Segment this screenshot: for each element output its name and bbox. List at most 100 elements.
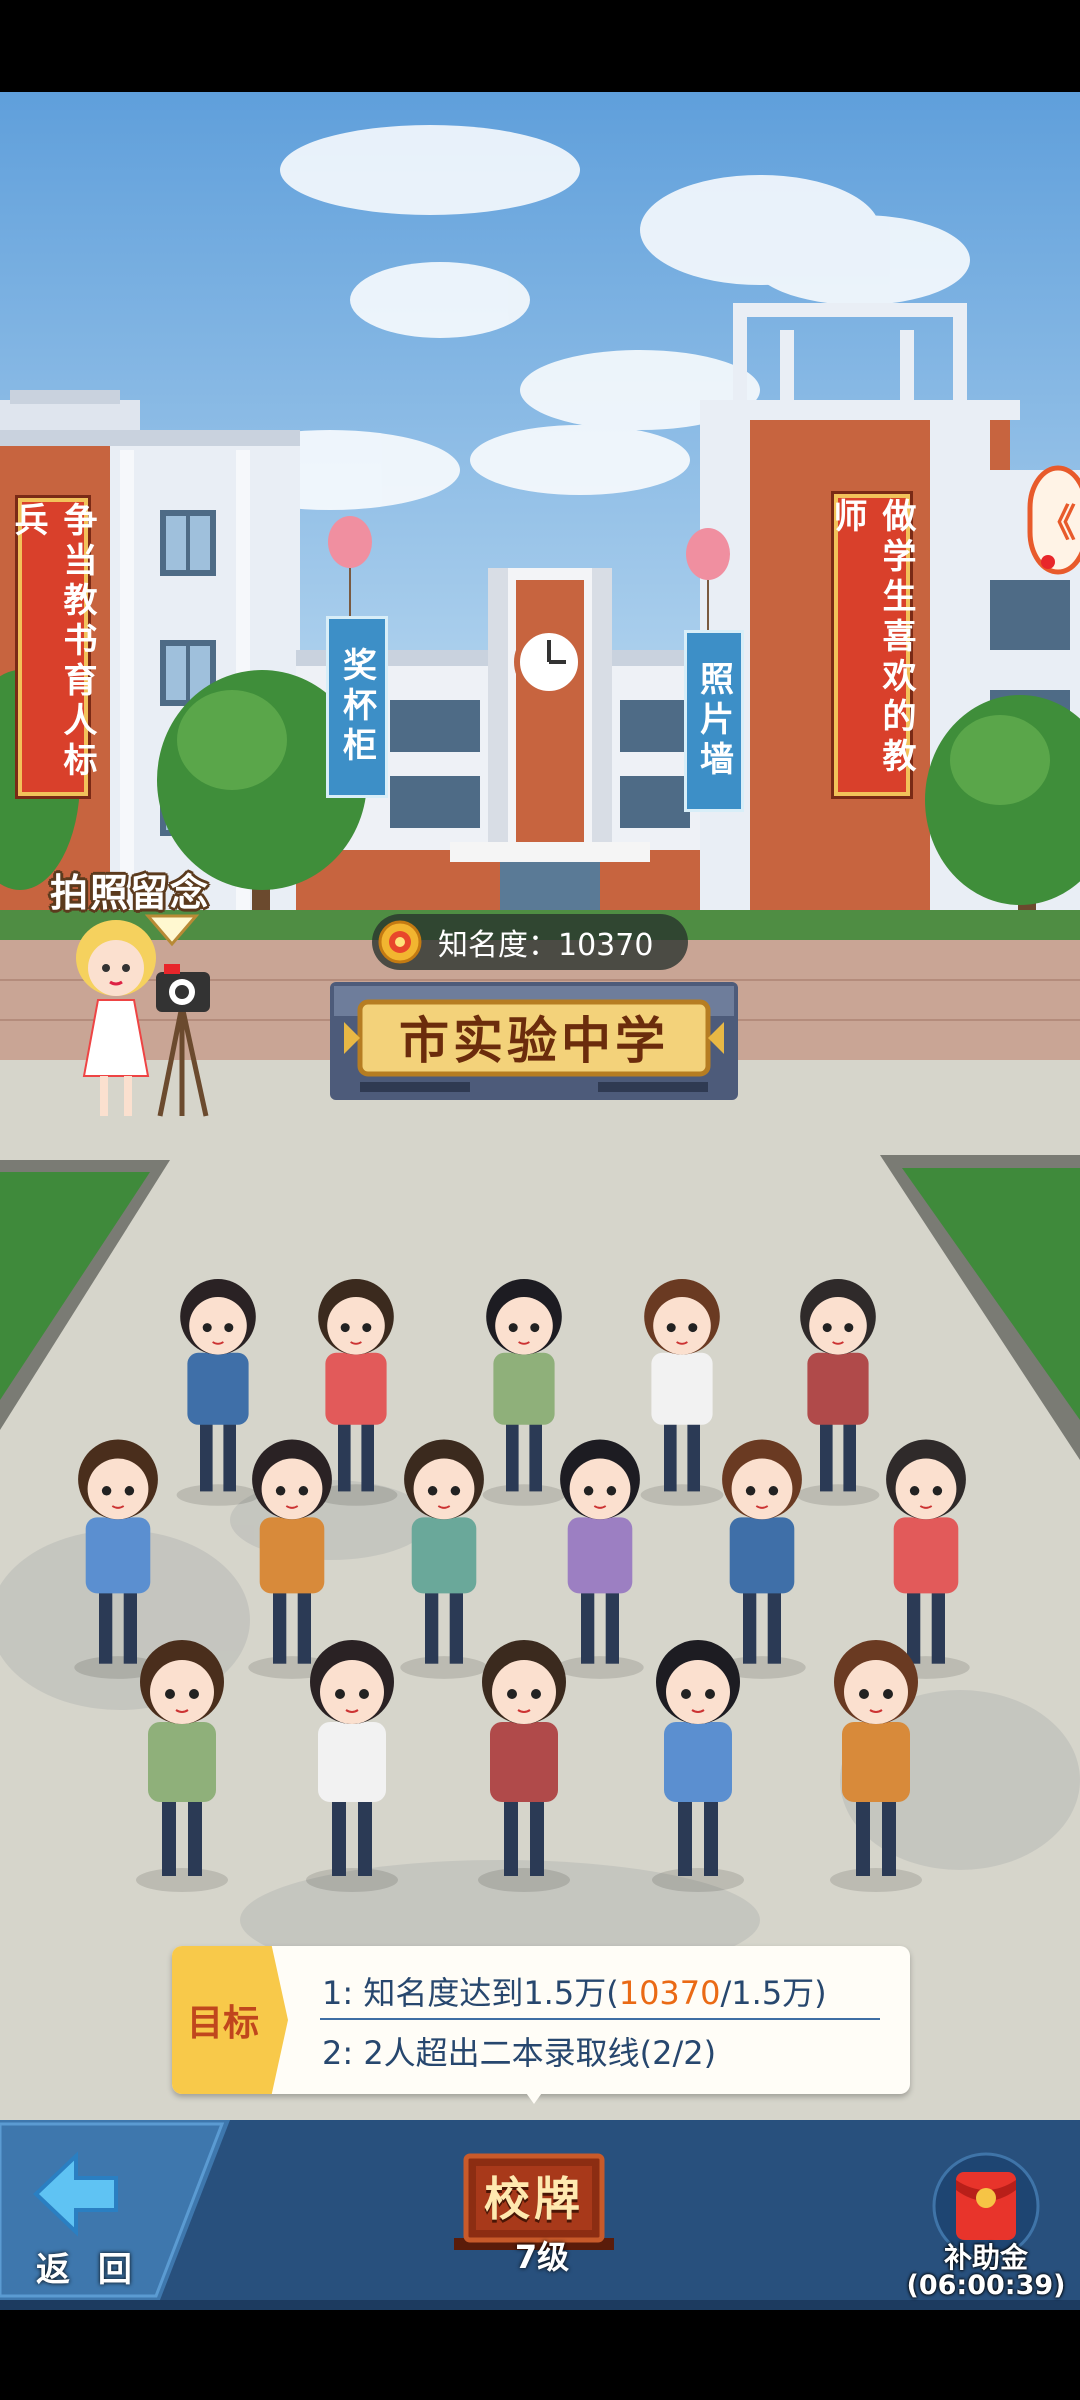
student-part bbox=[358, 1790, 372, 1876]
student-part bbox=[297, 1582, 311, 1664]
status-bar bbox=[0, 0, 1080, 92]
student-part bbox=[165, 1689, 175, 1699]
student-part bbox=[731, 1458, 793, 1520]
student-character[interactable] bbox=[652, 1640, 744, 1892]
student-character[interactable] bbox=[882, 1439, 970, 1679]
student-part bbox=[569, 1458, 631, 1520]
student-part bbox=[529, 1414, 542, 1492]
student-part bbox=[830, 1868, 922, 1892]
student-part bbox=[687, 1414, 700, 1492]
student-character[interactable] bbox=[248, 1439, 336, 1679]
back-arrow-icon[interactable] bbox=[30, 2150, 122, 2238]
student-part bbox=[411, 1517, 477, 1594]
back-button[interactable]: 返 回 bbox=[36, 2242, 140, 2291]
student-part bbox=[495, 1297, 553, 1355]
student-part bbox=[507, 1689, 517, 1699]
student-part bbox=[148, 1722, 216, 1802]
student-part bbox=[361, 1414, 374, 1492]
student-character[interactable] bbox=[74, 1439, 162, 1679]
goal-panel[interactable]: 目标 1: 知名度达到1.5万(10370/1.5万) 2: 2人超出二本录取线… bbox=[172, 1946, 910, 2094]
student-character[interactable] bbox=[640, 1279, 724, 1506]
school-name: 市实验中学 bbox=[399, 1011, 669, 1070]
left-slogan-banner: 争当教书育人标兵 bbox=[8, 498, 97, 796]
student-part bbox=[822, 1323, 832, 1333]
student-part bbox=[909, 1486, 920, 1496]
goal1-current: 10370 bbox=[618, 1974, 721, 2012]
student-part bbox=[856, 1790, 870, 1876]
photo-spot-label[interactable]: 拍照留念 bbox=[50, 862, 300, 915]
student-part bbox=[859, 1689, 869, 1699]
student-part bbox=[101, 1486, 112, 1496]
student-part bbox=[332, 1790, 346, 1876]
student-part bbox=[224, 1323, 234, 1333]
student-part bbox=[664, 1722, 732, 1802]
student-part bbox=[327, 1297, 385, 1355]
student-character[interactable] bbox=[830, 1640, 922, 1892]
trophy-cabinet-label: 奖杯柜 bbox=[336, 647, 377, 767]
fame-medal-icon bbox=[378, 920, 422, 964]
double-chevron-left-icon: 《 bbox=[1027, 465, 1080, 575]
student-part bbox=[400, 1656, 488, 1679]
photo-wall-label: 照片墙 bbox=[693, 661, 734, 781]
student-part bbox=[666, 1323, 676, 1333]
side-expand-tab[interactable]: 《 bbox=[1024, 464, 1080, 576]
student-part bbox=[320, 1660, 384, 1724]
subsidy-timer: (06:00:39) bbox=[906, 2270, 1066, 2301]
student-part bbox=[493, 1352, 555, 1425]
fame-value: 知名度：10370 bbox=[438, 928, 654, 963]
student-part bbox=[842, 1722, 910, 1802]
balloon-icon bbox=[328, 516, 372, 622]
photo-wall-sign[interactable]: 照片墙 bbox=[684, 630, 744, 812]
student-character[interactable] bbox=[718, 1439, 806, 1679]
student-part bbox=[652, 1868, 744, 1892]
student-part bbox=[729, 1517, 795, 1594]
trophy-cabinet-sign[interactable]: 奖杯柜 bbox=[326, 616, 388, 798]
student-character[interactable] bbox=[556, 1439, 644, 1679]
student-part bbox=[820, 1414, 833, 1492]
student-group[interactable] bbox=[0, 1230, 1080, 1910]
student-part bbox=[531, 1689, 541, 1699]
student-part bbox=[306, 1868, 398, 1892]
student-part bbox=[681, 1689, 691, 1699]
student-part bbox=[261, 1458, 323, 1520]
goal1-suffix: /1.5万) bbox=[720, 1974, 827, 2012]
student-part bbox=[189, 1689, 199, 1699]
student-part bbox=[362, 1323, 372, 1333]
student-part bbox=[581, 1582, 595, 1664]
student-part bbox=[335, 1689, 345, 1699]
side-tab-arrow: 《 bbox=[1038, 501, 1076, 545]
photographer-character[interactable] bbox=[56, 916, 226, 1136]
student-character[interactable] bbox=[482, 1279, 566, 1506]
student-character[interactable] bbox=[306, 1640, 398, 1892]
student-part bbox=[506, 1414, 519, 1492]
student-part bbox=[223, 1414, 236, 1492]
student-character[interactable] bbox=[176, 1279, 260, 1506]
student-part bbox=[640, 1484, 724, 1506]
goal-divider bbox=[320, 2018, 880, 2020]
student-character[interactable] bbox=[478, 1640, 570, 1892]
student-character[interactable] bbox=[136, 1640, 228, 1892]
school-name-sign[interactable]: 市实验中学 bbox=[330, 982, 738, 1102]
student-part bbox=[768, 1486, 779, 1496]
fame-display[interactable]: 知名度：10370 bbox=[372, 914, 688, 970]
student-part bbox=[530, 1323, 540, 1333]
student-part bbox=[450, 1486, 461, 1496]
student-part bbox=[666, 1660, 730, 1724]
student-part bbox=[653, 1297, 711, 1355]
student-part bbox=[844, 1323, 854, 1333]
student-character[interactable] bbox=[796, 1279, 880, 1506]
plaque-label: 校牌 bbox=[484, 2172, 584, 2226]
student-part bbox=[298, 1486, 309, 1496]
student-part bbox=[318, 1722, 386, 1802]
left-slogan-text: 争当教书育人标兵 bbox=[8, 502, 97, 782]
goal-item-admission: 2: 2人超出二本录取线(2/2) bbox=[322, 2034, 717, 2072]
student-part bbox=[187, 1352, 249, 1425]
student-part bbox=[200, 1414, 213, 1492]
right-slogan-banner: 做学生喜欢的教师 bbox=[827, 494, 916, 796]
student-part bbox=[530, 1790, 544, 1876]
student-character[interactable] bbox=[400, 1439, 488, 1679]
student-part bbox=[425, 1582, 439, 1664]
student-part bbox=[189, 1297, 247, 1355]
student-part bbox=[931, 1582, 945, 1664]
student-part bbox=[745, 1486, 756, 1496]
